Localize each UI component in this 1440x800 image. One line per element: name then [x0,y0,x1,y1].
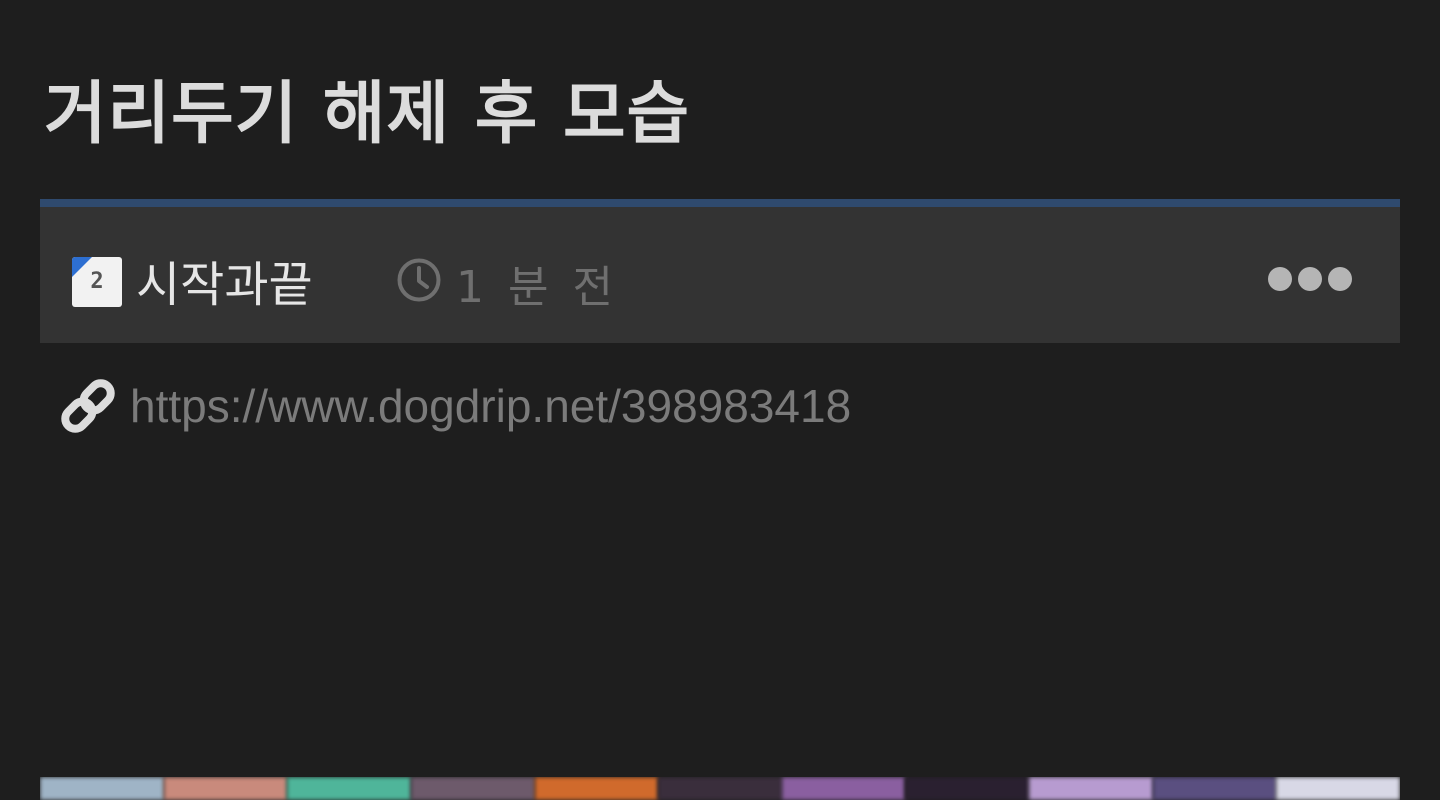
image-strip [1029,777,1153,800]
post-image[interactable] [40,777,1400,800]
level-badge-icon: 2 [72,257,122,307]
level-badge-number: 2 [90,269,104,294]
link-icon [61,379,115,433]
post-link-row: https://www.dogdrip.net/398983418 [58,374,851,438]
clock-icon [397,258,441,302]
image-strip [163,777,288,800]
post-title: 거리두기 해제 후 모습 [44,75,691,154]
image-strip [1152,777,1277,800]
more-dots-icon [1328,267,1352,291]
post-view: 거리두기 해제 후 모습 2 시작과끝 1 분 전 https://www.do… [0,0,1440,800]
author-name[interactable]: 시작과끝 [136,245,313,315]
image-strip [1276,777,1400,800]
post-url-link[interactable]: https://www.dogdrip.net/398983418 [130,379,851,433]
image-strip [781,777,906,800]
image-strip [287,777,411,800]
more-options-button[interactable] [1268,257,1352,301]
image-strip [534,777,659,800]
more-dots-icon [1298,267,1322,291]
image-strip [40,777,164,800]
image-strip [410,777,535,800]
post-meta-bar: 2 시작과끝 1 분 전 [40,199,1400,343]
more-dots-icon [1268,267,1292,291]
post-time: 1 분 전 [456,262,618,313]
image-strip [905,777,1030,800]
image-strip [658,777,782,800]
